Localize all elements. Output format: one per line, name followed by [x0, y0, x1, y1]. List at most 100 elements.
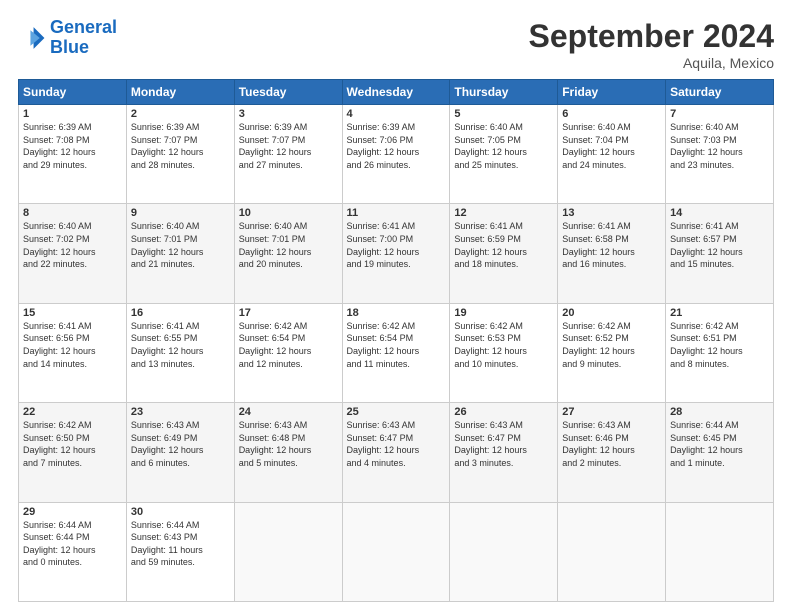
day-number: 26 — [454, 406, 553, 418]
day-cell: 30Sunrise: 6:44 AMSunset: 6:43 PMDayligh… — [126, 502, 234, 601]
day-cell: 24Sunrise: 6:43 AMSunset: 6:48 PMDayligh… — [234, 403, 342, 502]
month-title: September 2024 — [529, 18, 774, 55]
day-cell: 22Sunrise: 6:42 AMSunset: 6:50 PMDayligh… — [19, 403, 127, 502]
day-cell: 23Sunrise: 6:43 AMSunset: 6:49 PMDayligh… — [126, 403, 234, 502]
header-row: Sunday Monday Tuesday Wednesday Thursday… — [19, 80, 774, 105]
day-cell: 9Sunrise: 6:40 AMSunset: 7:01 PMDaylight… — [126, 204, 234, 303]
day-number: 20 — [562, 307, 661, 319]
day-number: 18 — [347, 307, 446, 319]
day-number: 9 — [131, 207, 230, 219]
title-block: September 2024 Aquila, Mexico — [529, 18, 774, 71]
day-cell: 4Sunrise: 6:39 AMSunset: 7:06 PMDaylight… — [342, 105, 450, 204]
location: Aquila, Mexico — [529, 55, 774, 71]
col-friday: Friday — [558, 80, 666, 105]
col-wednesday: Wednesday — [342, 80, 450, 105]
day-number: 7 — [670, 108, 769, 120]
day-cell: 11Sunrise: 6:41 AMSunset: 7:00 PMDayligh… — [342, 204, 450, 303]
day-number: 25 — [347, 406, 446, 418]
day-cell: 2Sunrise: 6:39 AMSunset: 7:07 PMDaylight… — [126, 105, 234, 204]
week-row-3: 22Sunrise: 6:42 AMSunset: 6:50 PMDayligh… — [19, 403, 774, 502]
day-info: Sunrise: 6:40 AMSunset: 7:05 PMDaylight:… — [454, 121, 553, 171]
col-saturday: Saturday — [666, 80, 774, 105]
day-info: Sunrise: 6:41 AMSunset: 6:59 PMDaylight:… — [454, 220, 553, 270]
day-info: Sunrise: 6:44 AMSunset: 6:45 PMDaylight:… — [670, 419, 769, 469]
day-number: 11 — [347, 207, 446, 219]
day-cell: 29Sunrise: 6:44 AMSunset: 6:44 PMDayligh… — [19, 502, 127, 601]
day-cell — [558, 502, 666, 601]
day-cell: 25Sunrise: 6:43 AMSunset: 6:47 PMDayligh… — [342, 403, 450, 502]
day-cell: 12Sunrise: 6:41 AMSunset: 6:59 PMDayligh… — [450, 204, 558, 303]
day-info: Sunrise: 6:40 AMSunset: 7:03 PMDaylight:… — [670, 121, 769, 171]
day-cell: 13Sunrise: 6:41 AMSunset: 6:58 PMDayligh… — [558, 204, 666, 303]
day-number: 3 — [239, 108, 338, 120]
day-cell — [666, 502, 774, 601]
day-number: 29 — [23, 506, 122, 518]
day-number: 23 — [131, 406, 230, 418]
logo: General Blue — [18, 18, 117, 58]
day-number: 4 — [347, 108, 446, 120]
day-info: Sunrise: 6:42 AMSunset: 6:54 PMDaylight:… — [239, 320, 338, 370]
day-cell: 14Sunrise: 6:41 AMSunset: 6:57 PMDayligh… — [666, 204, 774, 303]
day-number: 19 — [454, 307, 553, 319]
page: General Blue September 2024 Aquila, Mexi… — [0, 0, 792, 612]
day-cell: 18Sunrise: 6:42 AMSunset: 6:54 PMDayligh… — [342, 303, 450, 402]
day-cell: 6Sunrise: 6:40 AMSunset: 7:04 PMDaylight… — [558, 105, 666, 204]
day-info: Sunrise: 6:43 AMSunset: 6:47 PMDaylight:… — [347, 419, 446, 469]
day-info: Sunrise: 6:42 AMSunset: 6:50 PMDaylight:… — [23, 419, 122, 469]
day-cell: 8Sunrise: 6:40 AMSunset: 7:02 PMDaylight… — [19, 204, 127, 303]
day-info: Sunrise: 6:42 AMSunset: 6:53 PMDaylight:… — [454, 320, 553, 370]
day-cell: 26Sunrise: 6:43 AMSunset: 6:47 PMDayligh… — [450, 403, 558, 502]
day-info: Sunrise: 6:40 AMSunset: 7:04 PMDaylight:… — [562, 121, 661, 171]
day-info: Sunrise: 6:43 AMSunset: 6:46 PMDaylight:… — [562, 419, 661, 469]
week-row-4: 29Sunrise: 6:44 AMSunset: 6:44 PMDayligh… — [19, 502, 774, 601]
col-thursday: Thursday — [450, 80, 558, 105]
day-cell: 28Sunrise: 6:44 AMSunset: 6:45 PMDayligh… — [666, 403, 774, 502]
header: General Blue September 2024 Aquila, Mexi… — [18, 18, 774, 71]
day-cell: 3Sunrise: 6:39 AMSunset: 7:07 PMDaylight… — [234, 105, 342, 204]
day-info: Sunrise: 6:40 AMSunset: 7:01 PMDaylight:… — [131, 220, 230, 270]
day-info: Sunrise: 6:42 AMSunset: 6:52 PMDaylight:… — [562, 320, 661, 370]
day-info: Sunrise: 6:44 AMSunset: 6:43 PMDaylight:… — [131, 519, 230, 569]
day-cell: 21Sunrise: 6:42 AMSunset: 6:51 PMDayligh… — [666, 303, 774, 402]
day-number: 21 — [670, 307, 769, 319]
day-info: Sunrise: 6:41 AMSunset: 7:00 PMDaylight:… — [347, 220, 446, 270]
day-number: 30 — [131, 506, 230, 518]
day-info: Sunrise: 6:41 AMSunset: 6:57 PMDaylight:… — [670, 220, 769, 270]
day-number: 17 — [239, 307, 338, 319]
day-cell: 15Sunrise: 6:41 AMSunset: 6:56 PMDayligh… — [19, 303, 127, 402]
col-monday: Monday — [126, 80, 234, 105]
day-cell — [234, 502, 342, 601]
calendar-table: Sunday Monday Tuesday Wednesday Thursday… — [18, 79, 774, 602]
day-cell: 20Sunrise: 6:42 AMSunset: 6:52 PMDayligh… — [558, 303, 666, 402]
day-number: 1 — [23, 108, 122, 120]
day-number: 13 — [562, 207, 661, 219]
day-info: Sunrise: 6:41 AMSunset: 6:56 PMDaylight:… — [23, 320, 122, 370]
day-info: Sunrise: 6:40 AMSunset: 7:01 PMDaylight:… — [239, 220, 338, 270]
day-number: 22 — [23, 406, 122, 418]
day-cell — [342, 502, 450, 601]
day-info: Sunrise: 6:44 AMSunset: 6:44 PMDaylight:… — [23, 519, 122, 569]
logo-text: General Blue — [50, 18, 117, 58]
day-cell: 16Sunrise: 6:41 AMSunset: 6:55 PMDayligh… — [126, 303, 234, 402]
day-info: Sunrise: 6:39 AMSunset: 7:06 PMDaylight:… — [347, 121, 446, 171]
col-sunday: Sunday — [19, 80, 127, 105]
day-cell: 1Sunrise: 6:39 AMSunset: 7:08 PMDaylight… — [19, 105, 127, 204]
week-row-1: 8Sunrise: 6:40 AMSunset: 7:02 PMDaylight… — [19, 204, 774, 303]
day-number: 15 — [23, 307, 122, 319]
day-number: 27 — [562, 406, 661, 418]
day-number: 5 — [454, 108, 553, 120]
day-number: 6 — [562, 108, 661, 120]
day-cell — [450, 502, 558, 601]
day-cell: 7Sunrise: 6:40 AMSunset: 7:03 PMDaylight… — [666, 105, 774, 204]
day-info: Sunrise: 6:42 AMSunset: 6:51 PMDaylight:… — [670, 320, 769, 370]
col-tuesday: Tuesday — [234, 80, 342, 105]
day-info: Sunrise: 6:39 AMSunset: 7:07 PMDaylight:… — [131, 121, 230, 171]
day-number: 8 — [23, 207, 122, 219]
day-number: 14 — [670, 207, 769, 219]
day-cell: 5Sunrise: 6:40 AMSunset: 7:05 PMDaylight… — [450, 105, 558, 204]
day-number: 16 — [131, 307, 230, 319]
day-info: Sunrise: 6:41 AMSunset: 6:55 PMDaylight:… — [131, 320, 230, 370]
day-info: Sunrise: 6:43 AMSunset: 6:49 PMDaylight:… — [131, 419, 230, 469]
day-info: Sunrise: 6:43 AMSunset: 6:47 PMDaylight:… — [454, 419, 553, 469]
week-row-2: 15Sunrise: 6:41 AMSunset: 6:56 PMDayligh… — [19, 303, 774, 402]
